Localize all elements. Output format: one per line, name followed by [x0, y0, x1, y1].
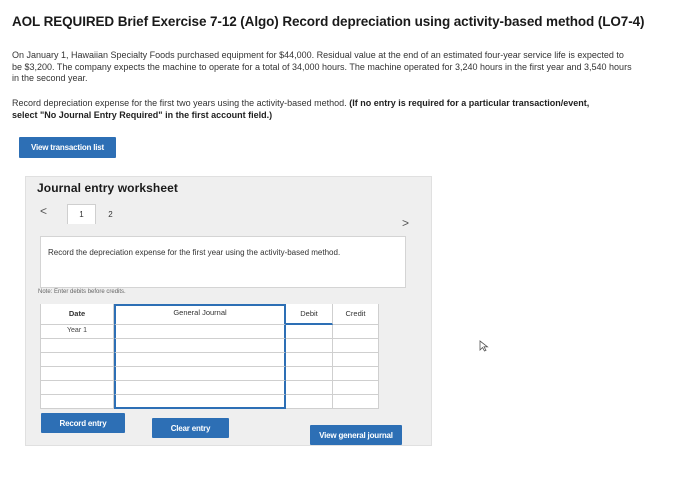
- problem-text: On January 1, Hawaiian Specialty Foods p…: [12, 50, 632, 83]
- credit-input[interactable]: [333, 381, 379, 395]
- page-tab-1[interactable]: 1: [67, 204, 96, 224]
- credit-input[interactable]: [333, 395, 379, 409]
- record-entry-button[interactable]: Record entry: [41, 413, 125, 433]
- entry-description: Record the depreciation expense for the …: [48, 248, 341, 257]
- debit-input[interactable]: [286, 353, 333, 367]
- page-title: AOL REQUIRED Brief Exercise 7-12 (Algo) …: [12, 14, 645, 29]
- instruction-plain: Record depreciation expense for the firs…: [12, 98, 347, 108]
- page-tab-2[interactable]: 2: [96, 204, 125, 224]
- account-select[interactable]: [114, 339, 286, 353]
- date-cell: [40, 339, 114, 353]
- next-page-icon[interactable]: >: [402, 216, 409, 230]
- date-cell: [40, 395, 114, 409]
- journal-table: Date General Journal Debit Credit Year 1: [40, 304, 379, 409]
- journal-header-row: Date General Journal Debit Credit: [40, 304, 379, 325]
- account-select[interactable]: [114, 325, 286, 339]
- debit-input[interactable]: [286, 367, 333, 381]
- account-select[interactable]: [114, 381, 286, 395]
- mouse-pointer-icon: [479, 340, 489, 352]
- credit-input[interactable]: [333, 367, 379, 381]
- clear-entry-button[interactable]: Clear entry: [152, 418, 229, 438]
- debit-input[interactable]: [286, 339, 333, 353]
- worksheet-title: Journal entry worksheet: [37, 181, 179, 195]
- table-row: [40, 353, 379, 367]
- credit-input[interactable]: [333, 339, 379, 353]
- table-row: [40, 339, 379, 353]
- account-select[interactable]: [114, 353, 286, 367]
- table-row: Year 1: [40, 325, 379, 339]
- entry-description-box: Record the depreciation expense for the …: [40, 236, 406, 288]
- debit-input[interactable]: [286, 395, 333, 409]
- date-cell: [40, 381, 114, 395]
- view-transaction-list-button[interactable]: View transaction list: [19, 137, 116, 158]
- credit-input[interactable]: [333, 353, 379, 367]
- view-general-journal-button[interactable]: View general journal: [310, 425, 402, 445]
- debit-input[interactable]: [286, 381, 333, 395]
- worksheet-pager: 1 2: [67, 204, 125, 224]
- journal-entry-worksheet: Journal entry worksheet < 1 2 > Record t…: [25, 176, 432, 446]
- date-column-header: Date: [40, 304, 114, 325]
- credit-column-header: Credit: [333, 304, 379, 325]
- table-row: [40, 381, 379, 395]
- account-select[interactable]: [114, 367, 286, 381]
- date-cell: [40, 353, 114, 367]
- date-cell: Year 1: [40, 325, 114, 339]
- account-select[interactable]: [114, 395, 286, 409]
- table-row: [40, 395, 379, 409]
- debit-column-header: Debit: [286, 304, 333, 325]
- credit-input[interactable]: [333, 325, 379, 339]
- account-column-header: General Journal: [114, 304, 286, 325]
- prev-page-icon[interactable]: <: [40, 204, 47, 218]
- instruction-text: Record depreciation expense for the firs…: [12, 98, 612, 121]
- debit-credit-note: Note: Enter debits before credits.: [38, 289, 126, 295]
- date-cell: [40, 367, 114, 381]
- debit-input[interactable]: [286, 325, 333, 339]
- table-row: [40, 367, 379, 381]
